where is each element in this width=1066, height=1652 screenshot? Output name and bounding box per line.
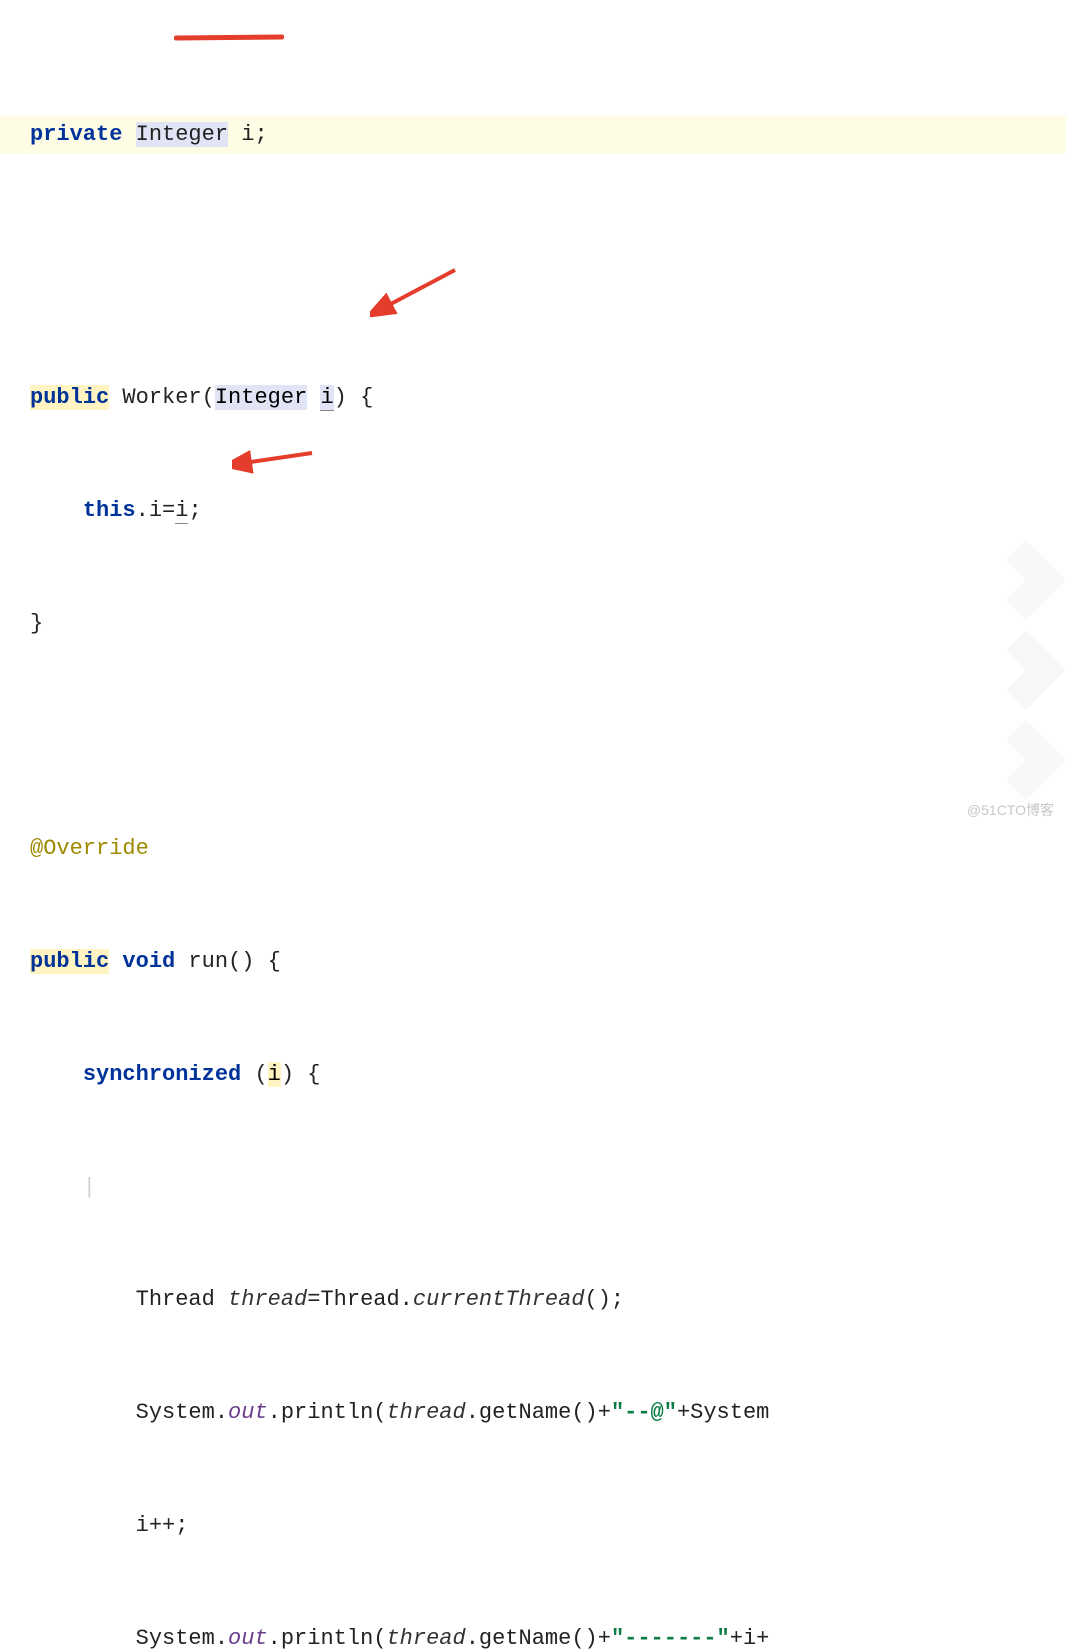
code-line-1[interactable]: private Integer i; xyxy=(0,116,1066,154)
watermark-text: @51CTO博客 xyxy=(967,800,1054,820)
keyword-this: this xyxy=(83,498,136,523)
keyword-public2: public xyxy=(30,949,109,974)
call-currentThread: currentThread xyxy=(413,1287,585,1312)
sync-var-i: i xyxy=(268,1062,281,1087)
param-name: i xyxy=(320,385,333,411)
annotation-override: @Override xyxy=(30,836,149,861)
string-literal-2: "-------" xyxy=(611,1626,730,1651)
ref-i: i xyxy=(175,498,188,524)
var-thread: thread xyxy=(228,1287,307,1312)
keyword-private: private xyxy=(30,122,122,147)
keyword-public: public xyxy=(30,385,109,410)
keyword-synchronized: synchronized xyxy=(83,1062,241,1087)
watermark-chevrons xyxy=(1006,540,1066,807)
code-editor[interactable]: private Integer i; public Worker(Integer… xyxy=(0,0,1066,1652)
code-line-14[interactable]: System.out.println(thread.getName()+"---… xyxy=(0,1620,1066,1652)
param-type: Integer xyxy=(215,385,307,410)
field-out: out xyxy=(228,1400,268,1425)
keyword-void: void xyxy=(122,949,175,974)
stmt-ipp: i++; xyxy=(136,1513,189,1538)
code-line-7[interactable]: @Override xyxy=(0,830,1066,868)
code-line-10[interactable]: | xyxy=(0,1169,1066,1207)
code-line-4[interactable]: this.i=i; xyxy=(0,492,1066,530)
string-literal-1: "--@" xyxy=(611,1400,677,1425)
code-line-13[interactable]: i++; xyxy=(0,1507,1066,1545)
red-underline-annotation xyxy=(174,35,284,41)
type-integer: Integer xyxy=(136,122,228,147)
code-line-6[interactable] xyxy=(0,717,1066,755)
code-line-5[interactable]: } xyxy=(0,605,1066,643)
code-line-8[interactable]: public void run() { xyxy=(0,943,1066,981)
code-line-12[interactable]: System.out.println(thread.getName()+"--@… xyxy=(0,1394,1066,1432)
field-decl-rest: i; xyxy=(228,122,268,147)
code-line-2[interactable] xyxy=(0,266,1066,304)
code-line-9[interactable]: synchronized (i) { xyxy=(0,1056,1066,1094)
ctor-name: Worker( xyxy=(109,385,215,410)
code-line-11[interactable]: Thread thread=Thread.currentThread(); xyxy=(0,1281,1066,1319)
code-line-3[interactable]: public Worker(Integer i) { xyxy=(0,379,1066,417)
